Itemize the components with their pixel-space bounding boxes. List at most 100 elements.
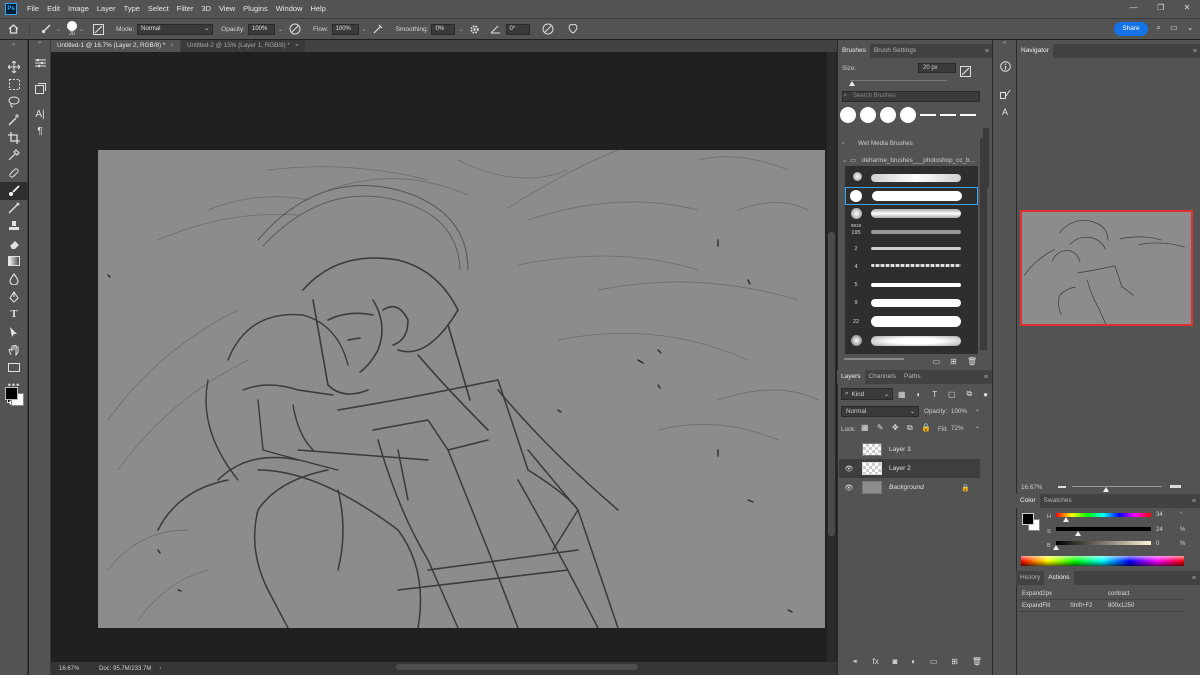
layer-name[interactable]: Layer 2 (889, 465, 911, 472)
tab-actions[interactable]: Actions (1044, 571, 1074, 585)
color-panel-swatches[interactable] (1021, 512, 1041, 532)
new-layer-icon[interactable]: ⊞ (951, 657, 958, 669)
brush-preset-picker[interactable]: 20 (67, 21, 78, 37)
panel-menu-icon[interactable]: ≡ (1193, 48, 1197, 55)
type-filter-icon[interactable]: T (932, 390, 937, 399)
brightness-slider-handle[interactable] (1053, 545, 1059, 550)
hue-value[interactable]: 34 (1156, 512, 1163, 518)
eyedropper-tool-icon[interactable] (0, 146, 28, 164)
brush-preset[interactable]: 22 (845, 313, 978, 331)
saturation-slider-handle[interactable] (1075, 531, 1081, 536)
layer-opacity-input[interactable]: 100% (951, 406, 973, 417)
collapse-icon[interactable]: « (993, 40, 1016, 52)
layer-row-layer-3[interactable]: Layer 3 (839, 440, 980, 459)
navigator-zoom-handle[interactable] (1103, 487, 1109, 492)
healing-tool-icon[interactable] (0, 164, 28, 182)
brush-folder-deharme[interactable]: ⌄ ▭ deharme_brushes___photoshop_cc_b... (842, 154, 982, 166)
crop-tool-icon[interactable] (0, 129, 28, 147)
pen-tool-icon[interactable] (0, 288, 28, 306)
paragraph-icon[interactable]: ¶ (29, 123, 51, 141)
magic-wand-tool-icon[interactable] (0, 111, 28, 129)
libraries-icon[interactable] (29, 80, 51, 98)
layer-name[interactable]: Layer 3 (889, 446, 911, 453)
brush-list-scrollbar[interactable] (980, 138, 987, 350)
menu-select[interactable]: Select (144, 0, 173, 18)
brush-preset-list[interactable]: 9819 195 2 4 5 9 22 (845, 166, 978, 354)
action-row[interactable]: ExpandFill Shift+F2 800x1250 (1018, 601, 1184, 612)
menu-type[interactable]: Type (120, 0, 144, 18)
collapse-icon[interactable]: » (29, 40, 50, 54)
adjustment-filter-icon[interactable]: ◐ (916, 390, 921, 399)
eraser-tool-icon[interactable] (0, 235, 28, 253)
navigator-preview[interactable] (1020, 210, 1193, 326)
airbrush-icon[interactable] (371, 22, 385, 36)
panel-menu-icon[interactable]: ≡ (984, 374, 988, 381)
document-tab-active[interactable]: Untitled-1 @ 16.7% (Layer 2, RGB/8) * × (51, 40, 180, 52)
brush-tool-icon[interactable] (0, 181, 28, 200)
marquee-tool-icon[interactable] (0, 76, 28, 94)
menu-3d[interactable]: 3D (197, 0, 215, 18)
gradient-tool-icon[interactable] (0, 253, 28, 271)
lock-all-icon[interactable]: 🔒 (921, 423, 931, 434)
blur-tool-icon[interactable] (0, 270, 28, 288)
share-button[interactable]: Share (1114, 22, 1148, 36)
vertical-scrollbar-thumb[interactable] (828, 232, 835, 536)
panel-menu-icon[interactable]: ≡ (1192, 498, 1196, 505)
minimize-icon[interactable]: — (1130, 3, 1138, 15)
gear-icon[interactable] (468, 22, 482, 36)
chevron-down-icon[interactable]: ⌄ (458, 26, 463, 33)
canvas[interactable] (98, 150, 825, 628)
zoom-level[interactable]: 16.67% (59, 666, 99, 672)
lasso-tool-icon[interactable] (0, 93, 28, 111)
chevron-down-icon[interactable]: ⌄ (975, 423, 980, 430)
brush-preset[interactable]: 9 (845, 295, 978, 313)
close-icon[interactable]: ✕ (1184, 3, 1191, 15)
tab-brushes[interactable]: Brushes (838, 44, 870, 58)
menu-view[interactable]: View (215, 0, 239, 18)
lock-transparency-icon[interactable]: ▦ (861, 423, 869, 434)
rectangle-tool-icon[interactable] (0, 359, 28, 377)
path-selection-tool-icon[interactable] (0, 323, 28, 341)
chevron-down-icon[interactable]: ⌄ (56, 26, 61, 33)
menu-edit[interactable]: Edit (43, 0, 64, 18)
menu-image[interactable]: Image (64, 0, 93, 18)
chevron-down-icon[interactable]: ⌄ (278, 26, 283, 33)
brush-settings-icon[interactable] (960, 66, 971, 77)
glyphs-icon[interactable] (993, 86, 1017, 104)
brush-search-input[interactable]: Search Brushes (842, 91, 980, 102)
eye-icon[interactable]: 👁 (844, 484, 854, 492)
menu-help[interactable]: Help (306, 0, 329, 18)
home-icon[interactable] (6, 22, 20, 36)
close-tab-icon[interactable]: × (170, 42, 174, 49)
pressure-size-icon[interactable] (541, 22, 555, 36)
eye-icon[interactable]: 👁 (844, 465, 854, 473)
action-row[interactable]: Expand2px contract (1018, 589, 1184, 600)
layer-filter-kind-dropdown[interactable]: ⌕ Kind ⌄ (841, 388, 893, 400)
horizontal-scrollbar-thumb[interactable] (396, 664, 638, 670)
recent-brush-3[interactable] (880, 107, 896, 123)
collapse-toolbar-icon[interactable]: « (0, 40, 27, 58)
chevron-down-icon[interactable]: ⌄ (79, 26, 84, 33)
opacity-input[interactable]: 100% (247, 23, 275, 35)
navigator-zoom-level[interactable]: 16.67% (1021, 484, 1042, 491)
paragraph-styles-icon[interactable]: A (993, 103, 1017, 121)
fill-input[interactable]: 72% (951, 423, 973, 434)
shape-filter-icon[interactable]: ▢ (948, 390, 956, 399)
panel-menu-icon[interactable]: ≡ (1192, 575, 1196, 582)
mode-dropdown[interactable]: Normal ⌄ (137, 23, 214, 35)
document-tab[interactable]: Untitled-2 @ 15% (Layer 1, RGB/8) * × (180, 40, 305, 52)
hue-slider[interactable] (1056, 513, 1151, 517)
color-swatches[interactable] (4, 386, 24, 406)
clone-stamp-tool-icon[interactable] (0, 200, 28, 218)
fx-icon[interactable]: fx (873, 657, 879, 669)
zoom-out-icon[interactable] (1058, 482, 1066, 488)
pixel-filter-icon[interactable]: ▦ (898, 390, 906, 399)
tab-layers[interactable]: Layers (837, 370, 865, 384)
delete-icon[interactable]: 🗑 (972, 657, 982, 669)
chevron-down-icon[interactable]: ⌄ (975, 406, 980, 413)
chevron-right-icon[interactable]: › (159, 666, 161, 672)
recent-brush-4[interactable] (900, 107, 916, 123)
move-tool-icon[interactable] (0, 58, 28, 76)
saturation-slider[interactable] (1056, 527, 1151, 531)
menu-layer[interactable]: Layer (93, 0, 120, 18)
